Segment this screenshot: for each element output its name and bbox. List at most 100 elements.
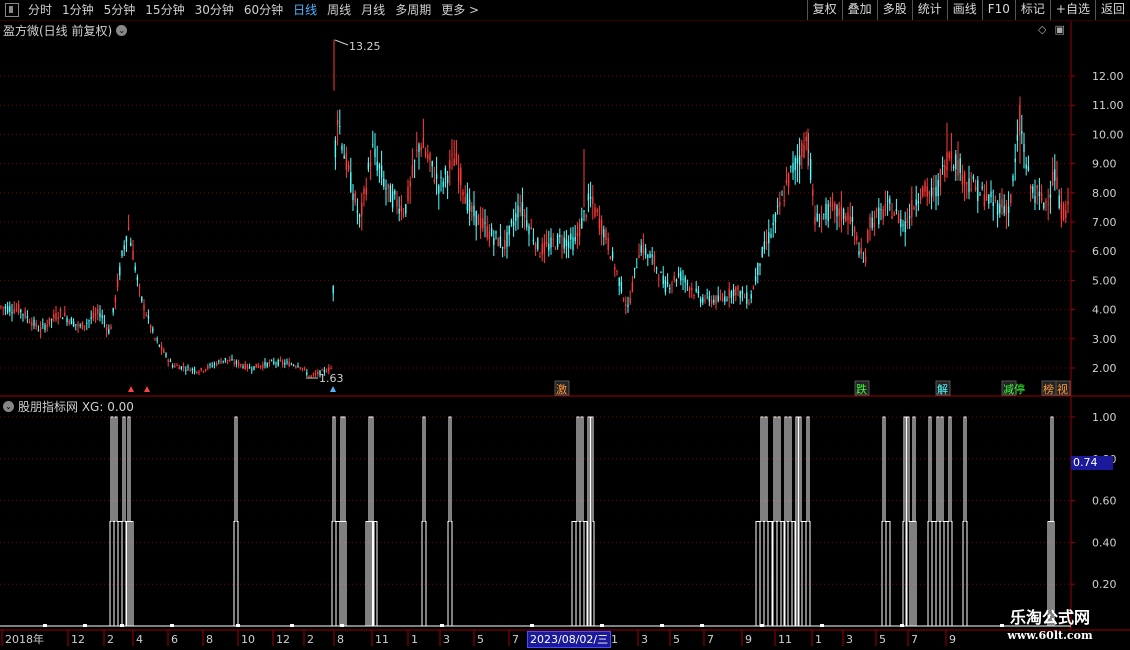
tab-more[interactable]: 更多 > <box>436 0 484 20</box>
candle-body <box>290 364 293 366</box>
add-watchlist-button[interactable]: +自选 <box>1049 0 1095 20</box>
candle-body <box>24 311 26 318</box>
candle-body <box>1062 204 1065 220</box>
adjust-button[interactable]: 复权 <box>806 0 842 20</box>
chevron-down-icon[interactable]: ⌄ <box>116 25 128 36</box>
panel-toggle-icon[interactable] <box>5 3 19 17</box>
time-label: 9 <box>949 633 956 646</box>
candle-body <box>380 165 383 178</box>
indicator-dot <box>440 624 444 627</box>
candle-body <box>1005 204 1008 216</box>
candle-body <box>26 316 29 319</box>
tab-monthly[interactable]: 月线 <box>356 0 390 20</box>
candle-body <box>154 338 156 340</box>
candle-body <box>328 367 330 372</box>
candle-body <box>966 182 968 184</box>
candle-body <box>983 194 986 207</box>
overlay-button[interactable]: 叠加 <box>841 0 877 20</box>
candle-body <box>343 155 345 159</box>
tab-daily[interactable]: 日线 <box>288 0 322 20</box>
candle-body <box>891 215 893 219</box>
indicator-pulse <box>369 416 375 626</box>
candle-body <box>50 319 53 321</box>
candle-body <box>576 233 579 237</box>
candle-body <box>246 364 249 369</box>
candle-body <box>350 172 352 192</box>
candle-body <box>631 282 634 292</box>
candle-body <box>196 371 198 373</box>
candle-body <box>919 196 922 201</box>
chevron-down-icon[interactable]: ⌄ <box>3 401 14 412</box>
candle-body <box>897 213 900 223</box>
candle-body <box>193 369 196 372</box>
tab-60min[interactable]: 60分钟 <box>239 0 288 20</box>
candle-body <box>928 192 931 194</box>
price-label: 3.00 <box>1092 333 1117 346</box>
candle-body <box>970 189 972 191</box>
watermark-title: 乐淘公式网 <box>1009 608 1090 627</box>
candle-body <box>286 361 288 363</box>
candle-body <box>853 227 856 233</box>
statistics-button[interactable]: 统计 <box>911 0 947 20</box>
tab-weekly[interactable]: 周线 <box>322 0 356 20</box>
candle-body <box>317 371 319 375</box>
window-icon[interactable]: ▣ <box>1054 23 1064 36</box>
candle-body <box>713 299 715 303</box>
indicator-pulse <box>755 521 761 626</box>
candle-body <box>310 375 312 377</box>
candle-body <box>484 222 486 224</box>
event-tag-label: 跌 <box>856 382 867 396</box>
candle-body <box>61 317 64 320</box>
tab-5min[interactable]: 5分钟 <box>99 0 141 20</box>
time-label: 2 <box>307 633 314 646</box>
indicator-pulse <box>128 521 134 626</box>
candle-body <box>552 239 554 241</box>
tab-15min[interactable]: 15分钟 <box>140 0 189 20</box>
candle-body <box>1018 125 1021 131</box>
candle-body <box>108 329 110 334</box>
candle-body <box>704 299 706 301</box>
candlestick-series <box>0 39 1069 379</box>
candle-body <box>1045 200 1047 203</box>
candle-body <box>528 225 530 235</box>
signal-marker <box>330 386 336 392</box>
candle-body <box>611 251 614 259</box>
candle-body <box>402 213 405 215</box>
time-label: 1 <box>611 633 618 646</box>
price-label: 9.00 <box>1092 158 1117 171</box>
candle-body <box>303 368 306 370</box>
candle-body <box>37 330 40 332</box>
candle-body <box>389 185 392 202</box>
candle-body <box>464 196 466 204</box>
stock-chart[interactable]: 12.0011.0010.009.008.007.006.005.004.003… <box>0 0 1130 650</box>
candle-body <box>583 210 585 212</box>
tab-30min[interactable]: 30分钟 <box>190 0 239 20</box>
candle-body <box>684 276 686 283</box>
candle-body <box>941 165 944 167</box>
main-panel-title: 盈方微(日线 前复权) ⌄ <box>3 22 128 39</box>
draw-line-button[interactable]: 画线 <box>946 0 982 20</box>
multi-stock-button[interactable]: 多股 <box>876 0 912 20</box>
candle-body <box>862 261 865 263</box>
candle-body <box>253 366 255 370</box>
candle-body <box>411 164 414 177</box>
f10-button[interactable]: F10 <box>981 0 1015 20</box>
candle-body <box>1060 202 1063 220</box>
back-button[interactable]: 返回 <box>1094 0 1130 20</box>
diamond-icon[interactable]: ◇ <box>1038 23 1046 36</box>
candle-body <box>1047 203 1049 205</box>
candle-body <box>235 361 238 364</box>
candle-body <box>440 176 442 178</box>
mark-button[interactable]: 标记 <box>1014 0 1050 20</box>
tab-1min[interactable]: 1分钟 <box>57 0 99 20</box>
candle-body <box>264 361 266 366</box>
tab-fenshi[interactable]: 分时 <box>23 0 57 20</box>
candle-body <box>950 151 953 159</box>
candle-body <box>418 144 420 152</box>
candle-body <box>644 248 647 255</box>
candle-body <box>231 358 233 360</box>
candle-body <box>618 277 620 287</box>
indicator-pulse <box>962 416 968 626</box>
tab-multi-period[interactable]: 多周期 <box>390 0 436 20</box>
candle-body <box>207 365 209 369</box>
